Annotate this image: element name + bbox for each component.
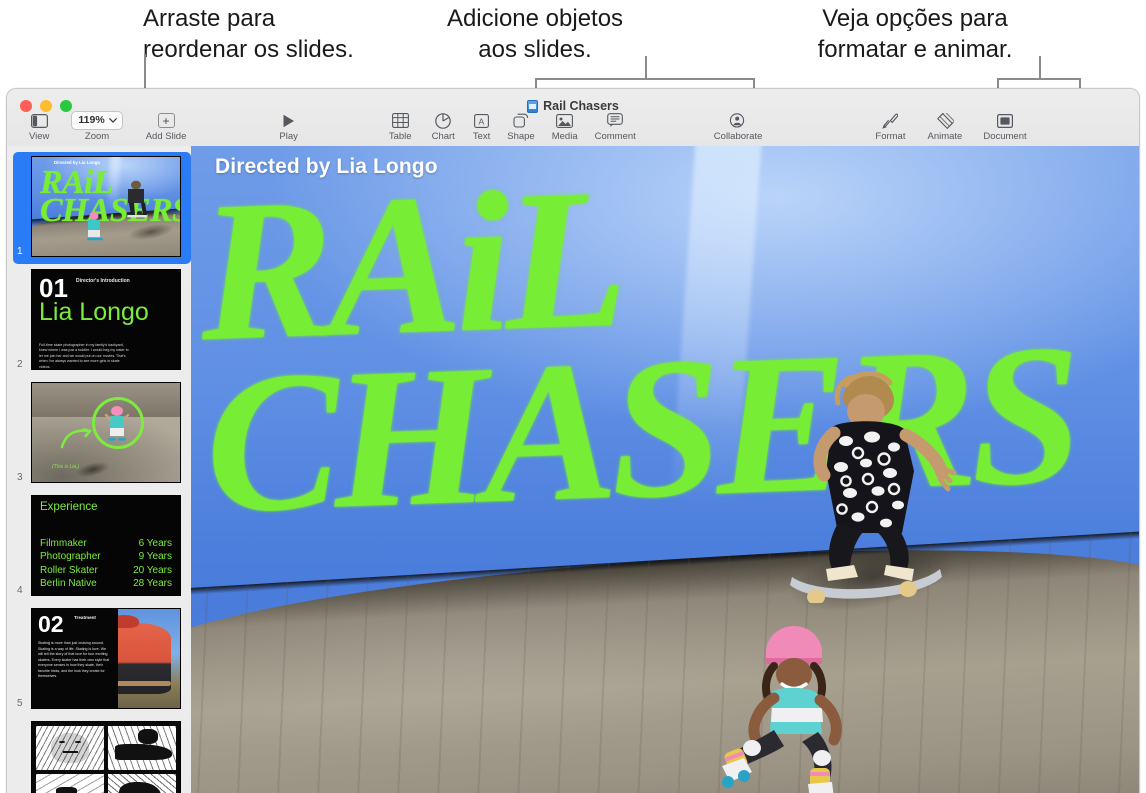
toolbar-animate-label: Animate: [927, 131, 963, 142]
toolbar-table-label: Table: [388, 131, 412, 142]
current-slide[interactable]: RAiL CHASERS Directed by Lia Longo: [191, 146, 1139, 793]
slide-thumbnail-4-image: Experience Filmmaker 6 Years Photographer…: [31, 495, 181, 596]
toolbar-zoom-control[interactable]: 119% Zoom: [71, 111, 123, 142]
slide-thumbnail-3[interactable]: (This is Lia.) 3: [7, 382, 191, 486]
slide-thumbnail-6-image: [31, 721, 181, 793]
toolbar-view-label: View: [29, 131, 50, 142]
slide-thumbnail-2-image: 01 Director's Introduction Lia Longo Ful…: [31, 269, 181, 370]
storyboard-cell: [36, 726, 104, 770]
toolbar-shape-button[interactable]: Shape: [507, 111, 535, 142]
person-add-icon: [729, 111, 747, 130]
svg-text:A: A: [479, 116, 485, 126]
slide-canvas[interactable]: RAiL CHASERS Directed by Lia Longo: [191, 146, 1139, 793]
toolbar-add-slide-button[interactable]: + Add Slide: [145, 111, 187, 142]
toolbar-format-label: Format: [875, 131, 906, 142]
slide-number-1: 1: [17, 246, 23, 257]
slide-2-body: Full-time skate photographer in my famil…: [39, 343, 129, 369]
slide-5-big-number: 02: [38, 611, 64, 637]
slide-4-row-label: Berlin Native: [40, 577, 97, 589]
text-box-icon: A: [474, 111, 489, 130]
slide-thumbnail-6[interactable]: 6: [7, 721, 191, 793]
toolbar-media-label: Media: [551, 131, 578, 142]
toolbar-comment-button[interactable]: Comment: [595, 111, 636, 142]
slide-thumbnail-1[interactable]: RAiL CHASERS Directed by Lia Longo 1: [7, 152, 191, 264]
toolbar-comment-label: Comment: [594, 131, 636, 142]
toolbar-view-button[interactable]: View: [29, 111, 49, 142]
toolbar-play-button[interactable]: Play: [279, 111, 298, 142]
slide-number-5: 5: [17, 698, 23, 709]
diamond-icon: [936, 111, 954, 130]
slide-4-row-value: 28 Years: [133, 577, 172, 589]
toolbar-zoom-label: Zoom: [84, 131, 110, 142]
pie-chart-icon: [435, 111, 451, 130]
toolbar-document-button[interactable]: Document: [983, 111, 1027, 142]
document-icon: [997, 111, 1013, 130]
toolbar-document-label: Document: [983, 131, 1027, 142]
toolbar-collaborate-label: Collaborate: [713, 131, 763, 142]
slide-4-row-value: 6 Years: [138, 538, 172, 550]
toolbar-shape-label: Shape: [507, 131, 535, 142]
slide-4-title: Experience: [40, 501, 98, 513]
callout-reorder-slides: Arraste para reordenar os slides.: [143, 5, 354, 63]
toolbar-text-label: Text: [472, 131, 491, 142]
plus-icon: +: [157, 111, 175, 130]
slide-thumbnail-4[interactable]: Experience Filmmaker 6 Years Photographer…: [7, 495, 191, 599]
slide-number-4: 4: [17, 585, 23, 596]
callout-add-objects: Adicione objetos aos slides.: [446, 5, 624, 63]
keynote-window: Rail Chasers View 119% Zoom + Add Slide …: [6, 88, 1140, 793]
slide-thumbnail-1-image: RAiL CHASERS Directed by Lia Longo: [31, 156, 181, 257]
slide-4-row-label: Roller Skater: [40, 564, 98, 576]
paintbrush-icon: [882, 111, 899, 130]
slide-4-row-value: 20 Years: [133, 564, 172, 576]
slide-4-row-value: 9 Years: [138, 551, 172, 563]
slide-2-name: Lia Longo: [39, 298, 149, 326]
toolbar-text-button[interactable]: A Text: [473, 111, 490, 142]
slide-5-body: Skating is more than just cruising aroun…: [38, 641, 110, 679]
toolbar-play-label: Play: [279, 131, 298, 142]
slide-4-row-label: Photographer: [40, 551, 101, 563]
play-icon: [282, 111, 295, 130]
slide-number-3: 3: [17, 472, 23, 483]
toolbar-animate-button[interactable]: Animate: [927, 111, 962, 142]
zoom-chip-wrap: 119%: [71, 111, 123, 130]
window-titlebar: Rail Chasers View 119% Zoom + Add Slide …: [7, 89, 1139, 146]
zoom-value: 119%: [78, 114, 105, 126]
table-icon: [391, 111, 409, 130]
photo-icon: [556, 111, 574, 130]
skateboarder-airborne: [789, 370, 957, 603]
toolbar-collaborate-button[interactable]: Collaborate: [713, 111, 763, 142]
zoom-value-chip[interactable]: 119%: [71, 111, 123, 130]
slide-4-row-label: Filmmaker: [40, 538, 87, 550]
toolbar-chart-button[interactable]: Chart: [432, 111, 455, 142]
slide-thumbnail-3-image: (This is Lia.): [31, 382, 181, 483]
storyboard-grid: [32, 722, 180, 793]
slide-thumbnail-5[interactable]: 02 Treatment Skating is more than just c…: [7, 608, 191, 712]
slide-thumbnail-1-title: Directed by Lia Longo: [54, 160, 101, 165]
toolbar-media-button[interactable]: Media: [552, 111, 578, 142]
toolbar-format-button[interactable]: Format: [875, 111, 905, 142]
storyboard-cell: [108, 726, 176, 770]
slide-title-text[interactable]: Directed by Lia Longo: [215, 155, 438, 179]
slide-5-kicker: Treatment: [74, 615, 96, 620]
storyboard-cell: [36, 773, 104, 793]
slide-2-kicker: Director's Introduction: [76, 278, 130, 284]
main-toolbar: View 119% Zoom + Add Slide Play Table Ch…: [7, 111, 1139, 146]
slide-navigator[interactable]: RAiL CHASERS Directed by Lia Longo 1 01 …: [7, 146, 191, 793]
slide-thumbnail-5-image: 02 Treatment Skating is more than just c…: [31, 608, 181, 709]
chevron-down-icon: [108, 117, 117, 123]
roller-skater-seated: [721, 625, 842, 793]
slide-thumbnail-2[interactable]: 01 Director's Introduction Lia Longo Ful…: [7, 269, 191, 373]
comment-bubble-icon: [607, 111, 624, 130]
callout-format-animate: Veja opções para formatar e animar.: [817, 5, 1013, 63]
toolbar-add-slide-label: Add Slide: [145, 131, 187, 142]
slide-4-rows: Filmmaker 6 Years Photographer 9 Years Rol…: [40, 537, 172, 590]
toolbar-chart-label: Chart: [431, 131, 455, 142]
shapes-icon: [513, 111, 529, 130]
sidebar-icon: [30, 111, 48, 130]
toolbar-table-button[interactable]: Table: [389, 111, 412, 142]
storyboard-cell: [108, 773, 176, 793]
slide-number-2: 2: [17, 359, 23, 370]
